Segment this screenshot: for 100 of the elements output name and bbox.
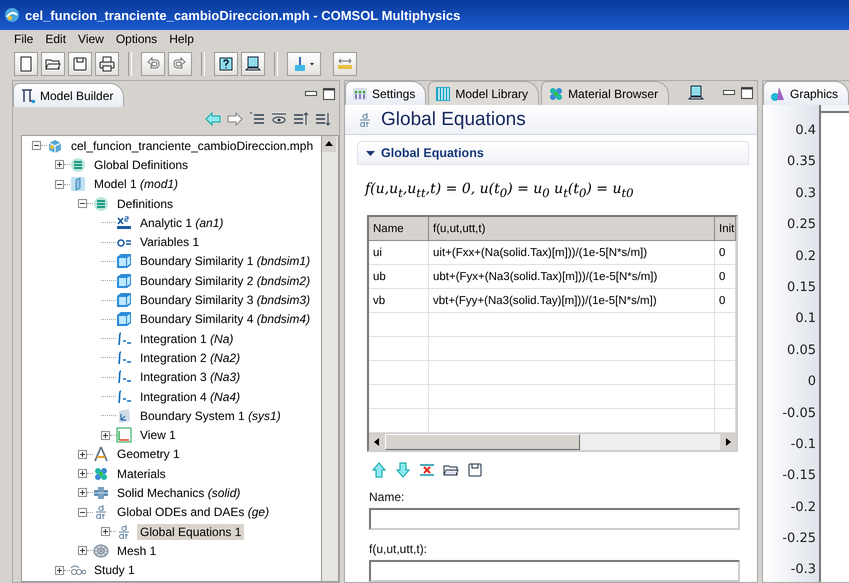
- toolbar-button[interactable]: [95, 52, 119, 76]
- cube-icon: [116, 292, 132, 308]
- column-header[interactable]: Init: [715, 217, 736, 240]
- cube-icon: [116, 311, 132, 328]
- tree-item[interactable]: Definitions: [114, 196, 176, 212]
- expand-toggle[interactable]: [78, 546, 87, 556]
- shapes-icon: [770, 86, 786, 102]
- tree-item[interactable]: cel_funcion_tranciente_cambioDireccion.mph: [68, 138, 316, 154]
- tree-item[interactable]: Boundary Similarity 3 (bndsim3): [137, 292, 314, 308]
- tree-item[interactable]: Variables 1: [137, 234, 202, 250]
- minimize-icon[interactable]: [305, 90, 317, 98]
- maximize-icon[interactable]: [323, 88, 335, 100]
- input-field[interactable]: [369, 508, 740, 530]
- cube-icon: [116, 272, 132, 289]
- tree-item[interactable]: Global ODEs and DAEs (ge): [114, 504, 272, 520]
- menu-item[interactable]: File: [8, 32, 40, 46]
- table-cell: 0: [715, 265, 736, 288]
- tick-label: -0.3: [790, 562, 817, 580]
- tree-item[interactable]: Integration 1 (Na): [137, 330, 236, 347]
- molecule-icon: [93, 466, 109, 482]
- expand-toggle[interactable]: [78, 469, 87, 478]
- tick-label: -0.25: [782, 531, 817, 548]
- fraction-icon: [93, 504, 109, 520]
- toolbar-button[interactable]: [68, 52, 92, 76]
- toolbar-button[interactable]: [41, 52, 65, 76]
- molecule-icon: [548, 86, 564, 102]
- scroll-left-icon[interactable]: [369, 434, 385, 450]
- tree-item[interactable]: Boundary Similarity 1 (bndsim1): [137, 253, 314, 270]
- tree-item[interactable]: Boundary System 1 (sys1): [137, 408, 284, 424]
- collapse-toggle[interactable]: [78, 508, 87, 517]
- forward-arrow-icon[interactable]: [227, 111, 243, 127]
- tree-item[interactable]: Mesh 1: [114, 542, 160, 559]
- list-icon[interactable]: [249, 111, 265, 127]
- fraction-icon: [357, 112, 373, 128]
- scrollbar[interactable]: [369, 433, 736, 450]
- tick-label: -0.15: [782, 468, 817, 486]
- move-up-icon[interactable]: [371, 462, 387, 478]
- tree-item[interactable]: Global Definitions: [91, 156, 192, 173]
- maximize-icon[interactable]: [741, 87, 753, 99]
- tree-item[interactable]: Boundary Similarity 4 (bndsim4): [137, 311, 314, 328]
- toolbar-button[interactable]: [214, 52, 238, 76]
- field-label: Name:: [369, 490, 406, 504]
- toolbar-button[interactable]: [241, 52, 265, 76]
- window-title: cel_funcion_tranciente_cambioDireccion.mph - COMSOL Multiphysics: [25, 8, 460, 22]
- expand-toggle[interactable]: [55, 160, 64, 170]
- move-down-icon[interactable]: [395, 462, 411, 478]
- help-screen-icon[interactable]: [688, 85, 704, 101]
- menu-item[interactable]: Edit: [39, 32, 72, 46]
- tree-item[interactable]: Model 1 (mod1): [91, 176, 182, 192]
- menu-item[interactable]: View: [72, 32, 110, 46]
- panel-tab[interactable]: Graphics: [763, 81, 849, 105]
- collapse-toggle[interactable]: [32, 141, 41, 150]
- section-header[interactable]: Global Equations: [357, 141, 749, 165]
- scroll-thumb[interactable]: [385, 434, 580, 450]
- tree-item[interactable]: Boundary Similarity 2 (bndsim2): [137, 272, 314, 289]
- expand-toggle[interactable]: [55, 566, 64, 575]
- table-cell: 0: [715, 289, 736, 312]
- tree-item[interactable]: Solid Mechanics (solid): [114, 484, 244, 501]
- tree-item[interactable]: Integration 4 (Na4): [137, 388, 244, 404]
- tree-item[interactable]: Integration 2 (Na2): [137, 350, 244, 366]
- menu-item[interactable]: Help: [163, 32, 200, 46]
- tree-item[interactable]: Materials: [114, 466, 169, 482]
- panel-tab[interactable]: Model Builder: [13, 83, 124, 107]
- input-field[interactable]: [369, 560, 740, 582]
- scroll-right-icon[interactable]: [720, 434, 736, 450]
- tree-item[interactable]: Global Equations 1: [137, 524, 244, 540]
- tree-item[interactable]: Study 1: [91, 562, 138, 578]
- expand-toggle[interactable]: [101, 430, 110, 440]
- scroll-up-icon[interactable]: [322, 136, 336, 152]
- panel-tab[interactable]: Settings: [345, 81, 426, 105]
- expand-toggle[interactable]: [78, 488, 87, 498]
- tree-item[interactable]: Analytic 1 (an1): [137, 214, 226, 231]
- collapse-toggle[interactable]: [55, 180, 64, 189]
- minimize-icon[interactable]: [723, 89, 735, 97]
- field-label: f(u,ut,utt,t):: [369, 542, 428, 556]
- caret-icon: [308, 60, 316, 68]
- tree-item[interactable]: Geometry 1: [114, 446, 183, 462]
- sort-up-icon[interactable]: [293, 111, 309, 127]
- toolbar-button[interactable]: [14, 52, 38, 76]
- column-header[interactable]: Name: [369, 217, 429, 240]
- tree-item[interactable]: Integration 3 (Na3): [137, 369, 244, 386]
- integral-icon: [116, 330, 132, 347]
- table-cell: ub: [369, 265, 429, 288]
- scrollbar[interactable]: [321, 135, 339, 582]
- column-header[interactable]: f(u,ut,utt,t): [429, 217, 715, 240]
- expand-toggle[interactable]: [101, 527, 110, 536]
- sort-down-icon[interactable]: [315, 111, 331, 127]
- delete-rows-icon[interactable]: [419, 462, 435, 478]
- tick-label: 0.15: [787, 280, 817, 297]
- tick-label: 0.3: [795, 186, 817, 203]
- save-icon[interactable]: [467, 462, 483, 478]
- expand-toggle[interactable]: [78, 450, 87, 459]
- menu-item[interactable]: Options: [110, 32, 164, 46]
- panel-tab[interactable]: Material Browser: [541, 81, 670, 105]
- collapse-triangle-icon[interactable]: [366, 148, 375, 158]
- panel-tab[interactable]: Model Library: [428, 81, 540, 105]
- tree-item[interactable]: View 1: [137, 427, 179, 444]
- compass-icon: [93, 446, 109, 462]
- ruler-icon: [337, 56, 353, 72]
- collapse-toggle[interactable]: [78, 199, 87, 208]
